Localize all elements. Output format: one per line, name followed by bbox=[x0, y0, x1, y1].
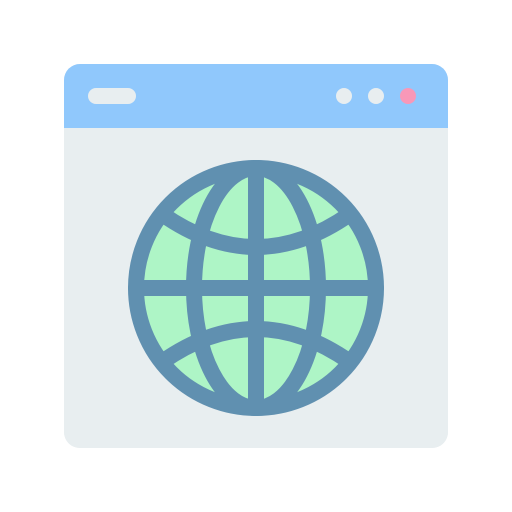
close-dot-icon[interactable] bbox=[400, 88, 416, 104]
window-titlebar bbox=[64, 64, 448, 128]
app-icon-canvas bbox=[0, 0, 512, 512]
globe-icon bbox=[128, 160, 384, 416]
window-dot-icon[interactable] bbox=[368, 88, 384, 104]
window-dot-icon[interactable] bbox=[336, 88, 352, 104]
address-bar[interactable] bbox=[88, 88, 136, 104]
